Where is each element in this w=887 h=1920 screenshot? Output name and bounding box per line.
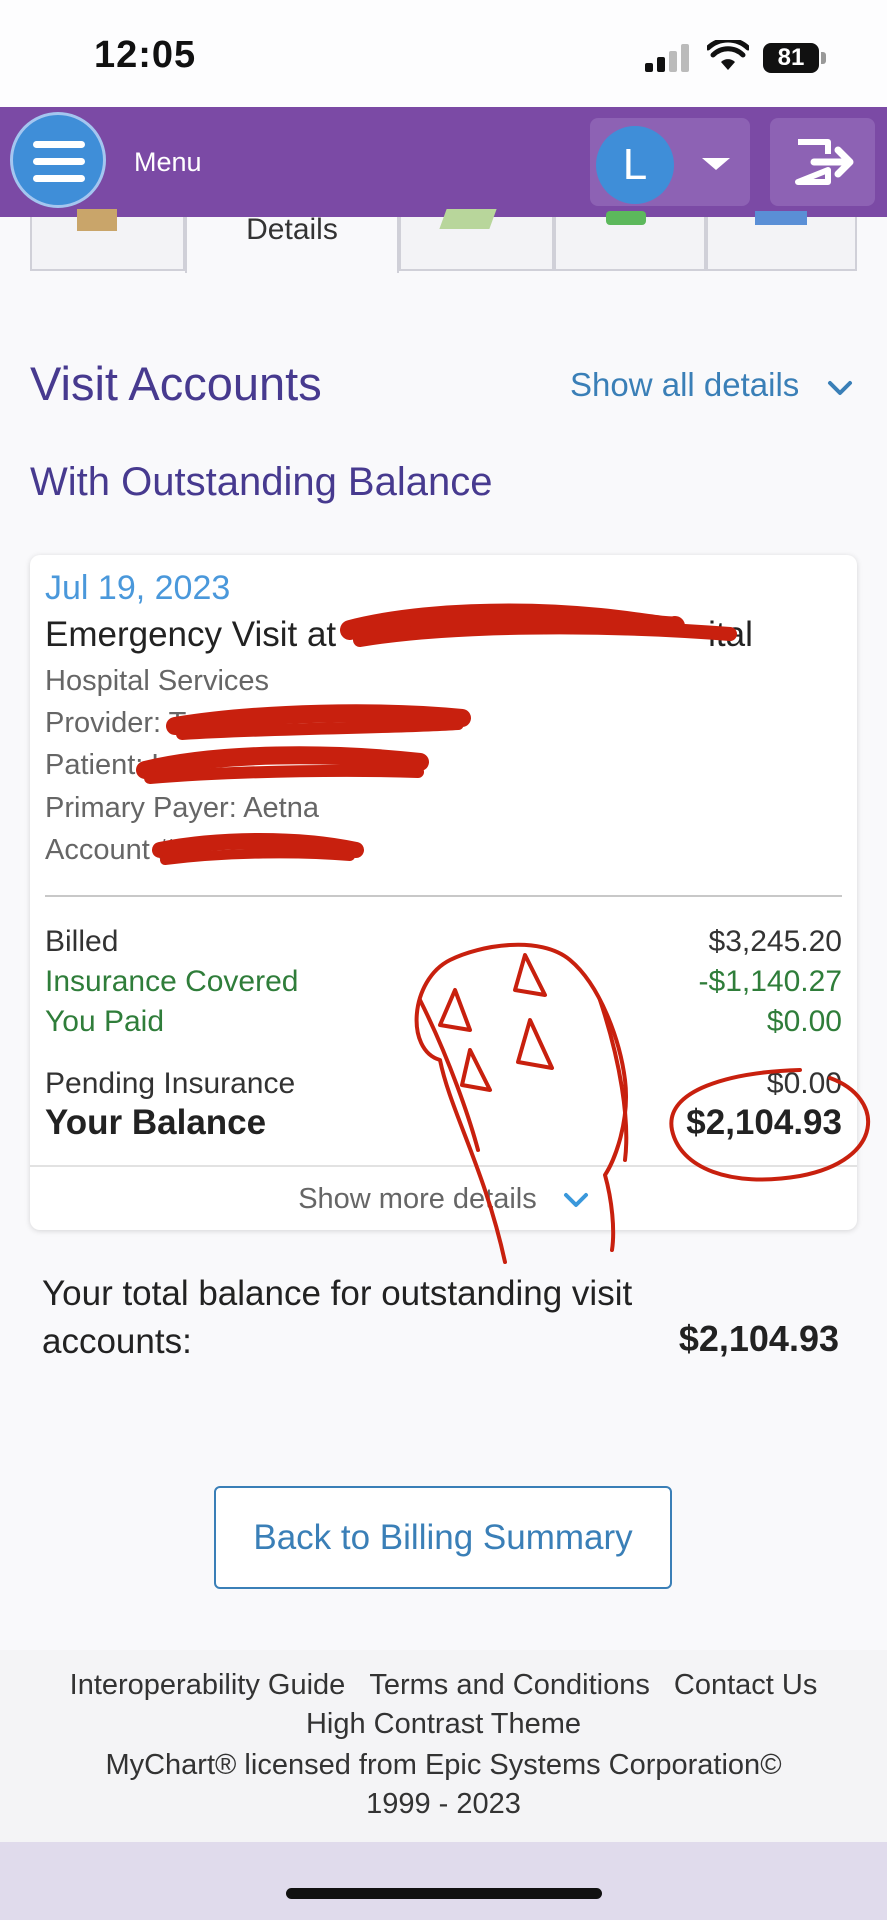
- home-indicator: [286, 1888, 602, 1899]
- tab-details-label: Details: [246, 213, 338, 246]
- avatar: L: [596, 126, 674, 204]
- your-balance-value: $2,104.93: [686, 1103, 842, 1142]
- visit-account-card: Jul 19, 2023 Emergency Visit at ital Hosp…: [30, 555, 857, 1230]
- pending-insurance-label: Pending Insurance: [45, 1067, 296, 1100]
- status-time: 12:05: [94, 34, 197, 76]
- you-paid-label: You Paid: [45, 1005, 165, 1038]
- visit-date[interactable]: Jul 19, 2023: [45, 569, 230, 608]
- money-icon: [439, 209, 497, 229]
- id-card-icon: [755, 211, 807, 225]
- primary-payer: Primary Payer: Aetna: [45, 792, 319, 824]
- insurance-covered-value: -$1,140.27: [698, 965, 842, 998]
- logout-button[interactable]: [770, 118, 875, 206]
- you-paid-value: $0.00: [766, 1005, 842, 1038]
- billed-value: $3,245.20: [708, 925, 842, 958]
- signal-icon: [645, 44, 691, 72]
- account-field: Account #: [45, 834, 174, 866]
- service-type: Hospital Services: [45, 665, 270, 697]
- pending-insurance-value: $0.00: [766, 1067, 842, 1100]
- wifi-icon: [707, 40, 749, 70]
- menu-button[interactable]: [10, 112, 106, 208]
- total-balance-label: Your total balance for outstanding visit…: [42, 1274, 633, 1361]
- logout-icon: [795, 139, 854, 185]
- tab-3[interactable]: [399, 209, 554, 271]
- page-title: Visit Accounts: [30, 357, 322, 410]
- insurance-covered-label: Insurance Covered: [45, 965, 299, 998]
- tab-details[interactable]: Details: [185, 213, 399, 273]
- status-bar: 12:05 81: [0, 0, 887, 107]
- high-contrast-link[interactable]: High Contrast Theme: [306, 1708, 581, 1740]
- show-all-details-link[interactable]: Show all details: [570, 366, 799, 404]
- footer-links: Interoperability Guide Terms and Conditi…: [60, 1666, 827, 1744]
- show-more-label: Show more details: [298, 1183, 537, 1215]
- menu-label[interactable]: Menu: [134, 147, 202, 178]
- chevron-down-icon[interactable]: [826, 374, 854, 402]
- box-icon: [77, 209, 117, 231]
- section-subtitle: With Outstanding Balance: [30, 460, 493, 504]
- activity-tabs: Details: [30, 209, 857, 273]
- patient-field: Patient: L: [45, 749, 168, 781]
- tab-4[interactable]: [554, 211, 706, 271]
- battery-indicator: 81: [763, 43, 819, 73]
- chevron-down-icon: [702, 158, 730, 170]
- contact-us-link[interactable]: Contact Us: [674, 1669, 817, 1701]
- terms-link[interactable]: Terms and Conditions: [369, 1669, 649, 1701]
- copyright: MyChart® licensed from Epic Systems Corp…: [105, 1749, 782, 1820]
- billed-label: Billed: [45, 925, 119, 958]
- chevron-down-icon: [563, 1193, 588, 1208]
- message-icon: [606, 211, 646, 225]
- divider: [45, 895, 842, 897]
- tab-1[interactable]: [30, 209, 185, 271]
- back-to-billing-summary-button[interactable]: Back to Billing Summary: [214, 1486, 672, 1589]
- hamburger-icon: [33, 141, 85, 148]
- interoperability-guide-link[interactable]: Interoperability Guide: [70, 1669, 346, 1701]
- show-more-details-button[interactable]: Show more details: [30, 1183, 857, 1216]
- provider-field: Provider: T: [45, 707, 187, 739]
- your-balance-label: Your Balance: [45, 1103, 267, 1142]
- bottom-band: [0, 1842, 887, 1920]
- total-balance-value: $2,104.93: [678, 1318, 839, 1359]
- tab-5[interactable]: [706, 211, 857, 271]
- battery-cap: [821, 52, 826, 64]
- page-footer: Interoperability Guide Terms and Conditi…: [0, 1650, 887, 1842]
- visit-title: Emergency Visit at ital: [45, 615, 753, 654]
- app-header: Menu L: [0, 107, 887, 217]
- divider: [30, 1165, 857, 1167]
- user-menu-button[interactable]: L: [590, 118, 750, 206]
